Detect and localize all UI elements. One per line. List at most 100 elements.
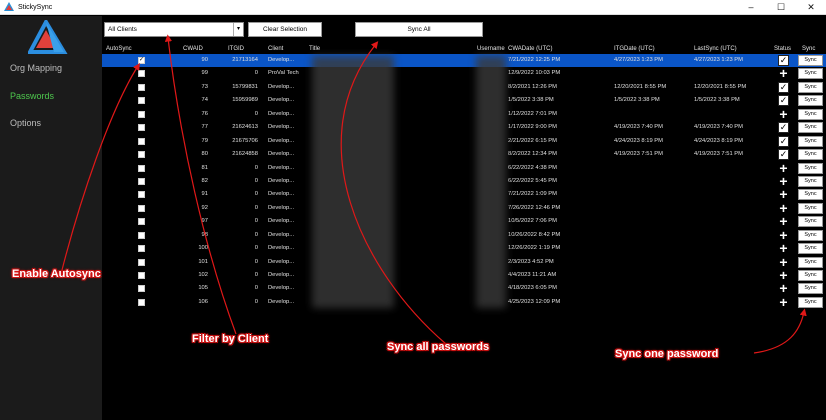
table-row[interactable]: 92 0 Develop... 7/26/2022 12:46 PM + Sync — [102, 201, 826, 215]
header-itgid[interactable]: ITGID — [228, 46, 244, 52]
maximize-button[interactable]: ☐ — [766, 0, 796, 14]
sync-row-button[interactable]: Sync — [798, 283, 823, 295]
autosync-checkbox[interactable] — [138, 191, 145, 199]
header-client[interactable]: Client — [268, 46, 283, 52]
autosync-checkbox[interactable] — [138, 204, 145, 212]
autosync-checkbox[interactable]: ✓ — [138, 57, 145, 64]
table-row[interactable]: 102 0 Develop... 4/4/2023 11:21 AM + Sync — [102, 268, 826, 282]
autosync-checkbox[interactable] — [138, 110, 145, 118]
plus-icon[interactable]: + — [778, 214, 789, 228]
table-row[interactable]: 79 21675706 Develop... 2/21/2022 6:15 PM 4/2… — [102, 135, 826, 148]
autosync-checkbox[interactable] — [138, 258, 145, 266]
sync-row-button[interactable]: Sync — [798, 108, 823, 120]
plus-icon[interactable]: + — [778, 187, 789, 201]
itgid-cell: 21624858 — [232, 151, 258, 158]
autosync-checkbox[interactable] — [138, 231, 145, 239]
autosync-checkbox[interactable] — [138, 177, 145, 185]
sync-row-button[interactable]: Sync — [798, 55, 823, 66]
client-filter-select[interactable]: All Clients ▾ — [104, 22, 244, 37]
sync-row-button[interactable]: Sync — [798, 243, 823, 255]
sidebar-item-org-mapping[interactable]: Org Mapping — [10, 63, 62, 73]
table-row[interactable]: 97 0 Develop... 10/5/2022 7:06 PM + Sync — [102, 214, 826, 228]
table-row[interactable]: 106 0 Develop... 4/25/2023 12:09 PM + Sync — [102, 295, 826, 309]
autosync-checkbox[interactable] — [138, 298, 145, 306]
plus-icon[interactable]: + — [778, 295, 789, 309]
sync-row-button[interactable]: Sync — [798, 296, 823, 308]
table-row[interactable]: 105 0 Develop... 4/18/2023 6:05 PM + Sync — [102, 281, 826, 295]
synced-check-icon: ✓ — [778, 122, 789, 134]
header-cwaid[interactable]: CWAID — [183, 46, 203, 52]
minimize-button[interactable]: – — [736, 0, 766, 14]
plus-icon[interactable]: + — [778, 107, 789, 121]
autosync-checkbox[interactable] — [138, 83, 145, 91]
sidebar-item-options[interactable]: Options — [10, 118, 41, 128]
sync-row-button[interactable]: Sync — [798, 68, 823, 80]
table-row[interactable]: 73 15799831 Develop... 8/2/2021 12:26 PM 12/… — [102, 81, 826, 94]
sync-row-button[interactable]: Sync — [798, 149, 823, 161]
client-cell: Develop... — [268, 110, 295, 117]
plus-icon[interactable]: + — [778, 255, 789, 269]
header-lastsync[interactable]: LastSync (UTC) — [694, 46, 737, 52]
table-row[interactable]: 77 21624613 Develop... 1/17/2022 9:00 PM 4/1… — [102, 121, 826, 134]
plus-icon[interactable]: + — [778, 281, 789, 295]
autosync-checkbox[interactable] — [138, 137, 145, 145]
callout-enable-autosync: Enable Autosync — [12, 268, 101, 280]
table-row[interactable]: 80 21624858 Develop... 8/2/2022 12:34 PM 4/1… — [102, 148, 826, 161]
autosync-checkbox[interactable] — [138, 70, 145, 78]
sync-row-button[interactable]: Sync — [798, 162, 823, 174]
header-username[interactable]: Username — [477, 46, 505, 52]
plus-icon[interactable]: + — [778, 268, 789, 282]
plus-icon[interactable]: + — [778, 66, 789, 80]
table-row[interactable]: 98 0 Develop... 10/26/2022 8:42 PM + Sync — [102, 228, 826, 242]
sync-row-button[interactable]: Sync — [798, 135, 823, 147]
autosync-checkbox[interactable] — [138, 97, 145, 105]
autosync-checkbox[interactable] — [138, 272, 145, 279]
table-row[interactable]: 91 0 Develop... 7/21/2022 1:09 PM + Sync — [102, 187, 826, 201]
table-row[interactable]: 74 15959989 Develop... 1/5/2022 3:38 PM 1/5/… — [102, 94, 826, 107]
table-row[interactable]: 82 0 Develop... 6/22/2022 5:45 PM + Sync — [102, 174, 826, 188]
cwadate-cell: 7/26/2022 12:46 PM — [508, 204, 561, 211]
sync-row-button[interactable]: Sync — [798, 270, 823, 281]
synced-check-icon: ✓ — [778, 55, 789, 66]
plus-icon[interactable]: + — [778, 228, 789, 242]
close-button[interactable]: ✕ — [796, 0, 826, 14]
autosync-checkbox[interactable] — [138, 218, 145, 226]
autosync-checkbox[interactable] — [138, 164, 145, 172]
plus-icon[interactable]: + — [778, 161, 789, 175]
header-status[interactable]: Status — [774, 46, 791, 52]
header-sync[interactable]: Sync — [802, 46, 815, 52]
header-autosync[interactable]: AutoSync — [106, 46, 132, 52]
table-row[interactable]: 76 0 Develop... 1/12/2022 7:01 PM + Sync — [102, 107, 826, 121]
sync-row-button[interactable]: Sync — [798, 95, 823, 107]
sync-row-button[interactable]: Sync — [798, 175, 823, 187]
table-row[interactable]: 101 0 Develop... 2/3/2023 4:52 PM + Sync — [102, 255, 826, 269]
sidebar-item-passwords[interactable]: Passwords — [10, 91, 54, 101]
cwaid-cell: 97 — [201, 218, 208, 225]
itgdate-cell: 1/5/2022 3:38 PM — [614, 97, 660, 104]
plus-icon[interactable]: + — [778, 241, 789, 255]
clear-selection-button[interactable]: Clear Selection — [248, 22, 322, 37]
table-row[interactable]: 100 0 Develop... 12/26/2022 1:19 PM + Sync — [102, 241, 826, 255]
autosync-checkbox[interactable] — [138, 245, 145, 253]
header-itgdate[interactable]: ITGDate (UTC) — [614, 46, 655, 52]
sync-row-button[interactable]: Sync — [798, 229, 823, 241]
table-row[interactable]: 81 0 Develop... 6/22/2022 4:38 PM + Sync — [102, 161, 826, 175]
table-row[interactable]: ✓ 90 21713164 Develop... 7/21/2022 12:25 PM 4… — [102, 54, 826, 68]
plus-icon[interactable]: + — [778, 174, 789, 188]
sync-row-button[interactable]: Sync — [798, 256, 823, 268]
sync-row-button[interactable]: Sync — [798, 122, 823, 134]
sync-row-button[interactable]: Sync — [798, 202, 823, 214]
lastsync-cell: 12/20/2021 8:55 PM — [694, 83, 747, 90]
header-cwadate[interactable]: CWADate (UTC) — [508, 46, 552, 52]
sync-row-button[interactable]: Sync — [798, 189, 823, 201]
sync-row-button[interactable]: Sync — [798, 216, 823, 228]
plus-icon[interactable]: + — [778, 201, 789, 215]
table-row[interactable]: 99 0 ProVal Tech 12/9/2022 10:03 PM + Sync — [102, 66, 826, 80]
sync-all-button[interactable]: Sync All — [355, 22, 483, 37]
sync-row-button[interactable]: Sync — [798, 81, 823, 93]
cwaid-cell: 91 — [201, 191, 208, 198]
autosync-checkbox[interactable] — [138, 124, 145, 132]
header-title[interactable]: Title — [309, 46, 320, 52]
autosync-checkbox[interactable] — [138, 151, 145, 159]
autosync-checkbox[interactable] — [138, 285, 145, 293]
